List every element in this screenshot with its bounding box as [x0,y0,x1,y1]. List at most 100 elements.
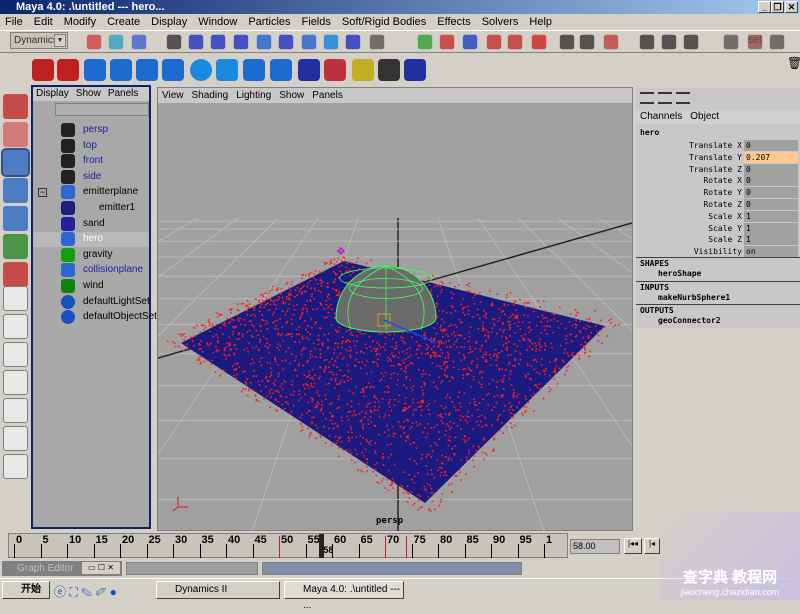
channel-value[interactable]: 0 [744,199,798,210]
task-dynamics[interactable]: Dynamics II [156,581,280,599]
channel-value[interactable]: 0 [744,140,798,151]
menu-soft-rigid-bodies[interactable]: Soft/Rigid Bodies [342,14,426,30]
channel-value[interactable]: 0 [744,175,798,187]
outliner-item-hero[interactable]: hero [33,232,149,248]
gravity-field-icon[interactable]: ❖ [336,246,346,258]
channel-layer-both-icon[interactable] [676,92,690,104]
four-layout-icon[interactable] [3,314,28,339]
start-button[interactable]: 开始 [2,581,50,599]
toolbar-icon-11[interactable] [345,34,361,50]
viewport-menu-view[interactable]: View [162,88,184,103]
menu-file[interactable]: File [5,14,23,30]
channelbox-menu-object[interactable]: Object [690,110,719,124]
channel-value[interactable]: 0.207 [744,151,798,163]
viewport-menu-lighting[interactable]: Lighting [236,88,271,103]
channel-rotate-z[interactable]: Rotate Z0 [636,199,800,211]
shelf-icon-6[interactable] [190,59,212,81]
viewport-menu-shading[interactable]: Shading [192,88,229,103]
toolbar-icon-1[interactable] [108,34,124,50]
outliner-filter-field[interactable] [55,103,149,116]
shelf-icon-13[interactable] [378,59,400,81]
outliner-item-defaultlightset[interactable]: defaultLightSet [33,294,150,310]
channel-value[interactable]: 1 [744,234,798,246]
toolbar-icon-4[interactable] [188,34,204,50]
channel-rotate-x[interactable]: Rotate X0 [636,175,800,187]
toolbar-icon-13[interactable] [417,34,433,50]
toolbar-icon-8[interactable] [278,34,294,50]
channel-translate-y[interactable]: Translate Y 0.207 [636,151,800,164]
hypershade-icon[interactable] [3,426,28,451]
shelf-icon-4[interactable] [136,59,158,81]
outliner-item-emitterplane[interactable]: emitterplane [33,185,149,200]
outliner-item-defaultobjectset[interactable]: defaultObjectSet [33,310,157,325]
window-controls[interactable]: ▭ ☐ ✕ [82,562,120,574]
move-tool-icon[interactable] [1,148,30,177]
toolbar-icon-25[interactable] [723,34,739,50]
channel-scale-x[interactable]: Scale X1 [636,210,800,223]
outliner-item-sand[interactable]: sand [33,216,149,232]
outliner-item-top[interactable]: top [33,138,149,154]
section-item[interactable]: geoConnector2 [658,316,721,325]
channel-scale-y[interactable]: Scale Y1 [636,222,800,235]
shelf-icon-9[interactable] [270,59,292,81]
toolbar-icon-6[interactable] [233,34,249,50]
menu-help[interactable]: Help [529,14,552,30]
toolbar-icon-24[interactable] [683,34,699,50]
shelf-icon-10[interactable] [298,59,320,81]
toolbar-icon-0[interactable] [86,34,102,50]
outliner-item-gravity[interactable]: gravity [33,247,149,263]
toolbar-icon-12[interactable] [369,34,385,50]
channel-value[interactable]: on [744,246,798,258]
channel-value[interactable]: 0 [744,187,798,199]
shelf-icon-8[interactable] [243,59,265,81]
manipulator-icon[interactable] [3,234,28,259]
toolbar-icon-26[interactable] [747,34,763,50]
toolbar-icon-18[interactable] [531,34,547,50]
channel-translate-x[interactable]: Translate X0 [636,140,800,152]
channel-value[interactable]: 0 [744,163,798,175]
toolbar-icon-17[interactable] [507,34,523,50]
outliner-item-collisionplane[interactable]: collisionplane [33,263,149,278]
shelf-icon-12[interactable] [352,59,374,81]
channelbox-only-icon[interactable] [640,92,654,104]
toolbar-icon-14[interactable] [439,34,455,50]
channel-value[interactable]: 1 [744,210,798,222]
channel-value[interactable]: 1 [744,222,798,234]
menu-edit[interactable]: Edit [34,14,53,30]
outliner-item-front[interactable]: front [33,154,149,169]
outliner-menu-panels[interactable]: Panels [108,87,139,101]
shelf-icon-7[interactable] [216,59,238,81]
range-slider-bar[interactable] [262,562,522,575]
rotate-tool-icon[interactable] [3,178,28,203]
menu-solvers[interactable]: Solvers [482,14,519,30]
range-slider[interactable] [126,562,258,575]
outliner-item-side[interactable]: side [33,169,149,185]
toolbar-icon-27[interactable] [769,34,785,50]
toolbar-icon-23[interactable] [661,34,677,50]
toolbar-icon-5[interactable] [210,34,226,50]
lasso-tool-icon[interactable] [3,122,28,147]
collapse-toggle-icon[interactable]: − [38,188,47,197]
shelf-icon-5[interactable] [162,59,184,81]
shelf-icon-3[interactable] [110,59,132,81]
outliner-item-persp[interactable]: persp [33,123,149,138]
outliner-item-wind[interactable]: wind [33,279,149,294]
viewport-menu-panels[interactable]: Panels [312,88,343,103]
quick-launch-icons[interactable]: ⓔ ⛶ ✎ ✐ ● [54,583,117,600]
outliner-layout-icon[interactable] [3,342,28,367]
channel-scale-z[interactable]: Scale Z1 [636,234,800,246]
outliner-menu-display[interactable]: Display [36,87,69,101]
layout-menu-icon[interactable] [3,454,28,479]
section-item[interactable]: makeNurbSphere1 [658,293,730,302]
toolbar-icon-16[interactable] [486,34,502,50]
minimize-button[interactable]: _ [758,1,771,13]
select-tool-icon[interactable] [3,94,28,119]
menu-modify[interactable]: Modify [64,14,96,30]
outliner-item-emitter1[interactable]: emitter1 [33,201,149,216]
shelf-icon-1[interactable] [57,59,79,81]
viewport-menu-show[interactable]: Show [279,88,304,103]
current-time-field[interactable]: 58.00 [570,539,620,554]
toolbar-icon-22[interactable] [639,34,655,50]
trash-icon[interactable]: 🗑 [787,56,800,70]
toolbar-icon-2[interactable] [131,34,147,50]
